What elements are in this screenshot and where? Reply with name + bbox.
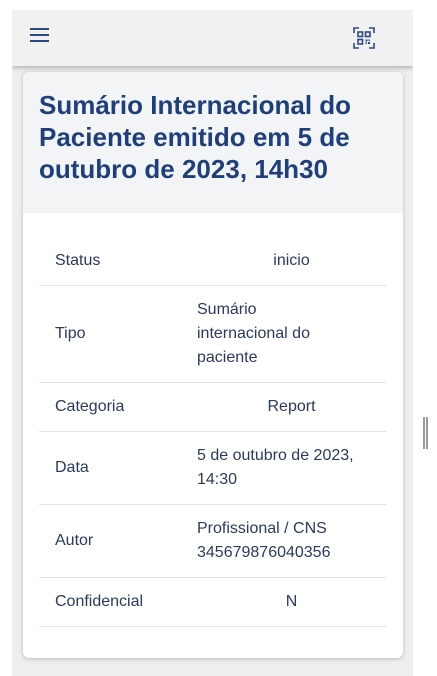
detail-label: Autor — [55, 532, 94, 549]
app-bar — [12, 10, 413, 66]
detail-value: 5 de outubro de 2023, 14:30 — [197, 447, 354, 488]
detail-row-tipo: Tipo Sumário internacional do paciente — [39, 286, 386, 383]
detail-value: inicio — [273, 252, 310, 269]
detail-value: Report — [267, 398, 316, 415]
app-frame: Sumário Internacional do Paciente emitid… — [12, 10, 413, 676]
patient-summary-card: Sumário Internacional do Paciente emitid… — [23, 72, 403, 658]
qr-code-scan-icon[interactable] — [353, 27, 375, 49]
card-title: Sumário Internacional do Paciente emitid… — [39, 90, 352, 184]
detail-label: Confidencial — [55, 593, 144, 610]
detail-row-data: Data 5 de outubro de 2023, 14:30 — [39, 432, 386, 505]
scroll-handle[interactable] — [423, 417, 429, 449]
menu-icon[interactable] — [30, 28, 52, 48]
card-header: Sumário Internacional do Paciente emitid… — [23, 72, 403, 213]
detail-label: Tipo — [55, 325, 86, 342]
detail-value: Sumário internacional do paciente — [197, 301, 310, 366]
detail-row-status: Status inicio — [39, 237, 386, 286]
detail-label: Data — [55, 459, 89, 476]
details-table: Status inicio Tipo Sumário internacional… — [39, 237, 386, 627]
detail-row-autor: Autor Profissional / CNS 345679876040356 — [39, 505, 386, 578]
detail-label: Categoria — [55, 398, 125, 415]
detail-row-confidencial: Confidencial N — [39, 578, 386, 627]
detail-value: Profissional / CNS 345679876040356 — [197, 520, 331, 561]
detail-label: Status — [55, 252, 101, 269]
detail-row-categoria: Categoria Report — [39, 383, 386, 432]
detail-value: N — [285, 593, 298, 610]
